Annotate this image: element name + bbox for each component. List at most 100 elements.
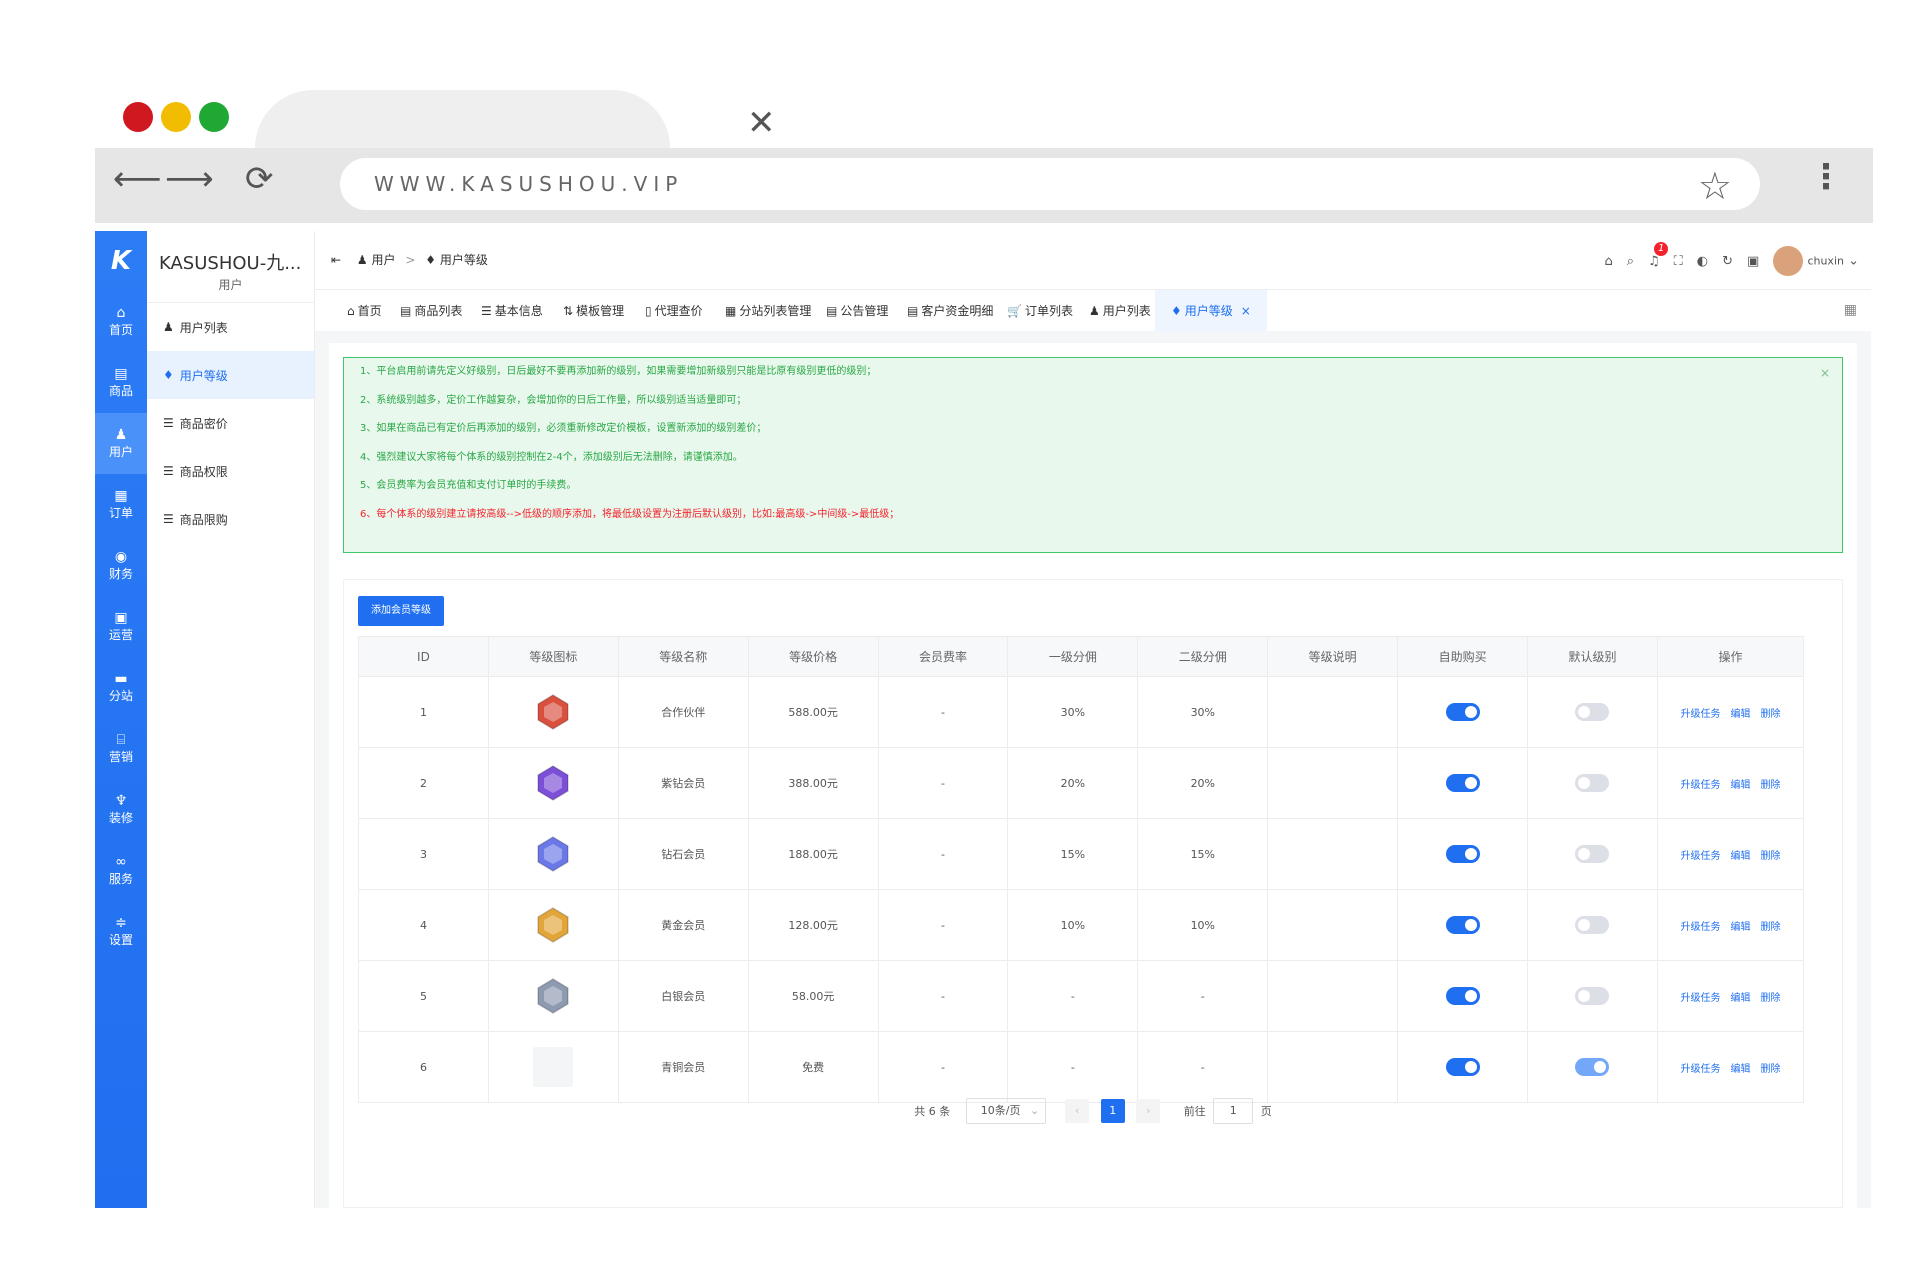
rail-item-label: 分站 [108, 689, 133, 703]
minimize-window-button[interactable] [161, 102, 191, 132]
upgrade-task-link[interactable]: 升级任务 [1680, 851, 1720, 862]
edit-link[interactable]: 编辑 [1730, 709, 1750, 720]
prev-page-button[interactable]: ‹ [1065, 1099, 1090, 1123]
rail-item-user[interactable]: ♟ 用户 [95, 413, 147, 474]
reload-icon[interactable]: ⟳ [245, 162, 274, 196]
refresh-icon[interactable]: ↻ [1722, 254, 1733, 269]
default-level-toggle[interactable] [1575, 774, 1610, 792]
page-size-select[interactable]: 10条/页 ⌄ [965, 1098, 1046, 1124]
fullscreen-icon[interactable]: ⛶ [1674, 254, 1683, 269]
tab-6[interactable]: ▦ 分站列表管理 [725, 290, 811, 332]
self-buy-toggle[interactable] [1445, 774, 1480, 792]
submenu-label: 商品权限 [179, 464, 228, 479]
lock-icon[interactable]: ▣ [1747, 254, 1759, 269]
next-page-button[interactable]: › [1136, 1099, 1161, 1123]
edit-link[interactable]: 编辑 [1730, 1064, 1750, 1075]
rail-item-station[interactable]: ▬ 分站 [95, 657, 147, 718]
rail-item-label: 设置 [108, 933, 133, 947]
add-level-button[interactable]: 添加会员等级 [358, 596, 444, 626]
rail-item-order[interactable]: ▦ 订单 [95, 474, 147, 535]
commission-2: 20% [1137, 747, 1269, 819]
theme-icon[interactable]: ◐ [1697, 254, 1708, 269]
upgrade-task-link[interactable]: 升级任务 [1680, 993, 1720, 1004]
submenu-item-2[interactable]: ♦ 用户等级 [147, 351, 314, 399]
upgrade-task-link[interactable]: 升级任务 [1680, 780, 1720, 791]
self-buy-toggle[interactable] [1445, 987, 1480, 1005]
tab-close-icon[interactable]: × [1241, 304, 1251, 318]
tab-7[interactable]: ▤ 公告管理 [826, 290, 888, 332]
bookmark-star-icon[interactable]: ☆ [1698, 164, 1732, 208]
back-arrow-icon[interactable]: ⟵ [113, 162, 162, 196]
tab-2[interactable]: ▤ 商品列表 [400, 290, 462, 332]
upgrade-task-link[interactable]: 升级任务 [1680, 1064, 1720, 1075]
delete-link[interactable]: 删除 [1760, 1064, 1780, 1075]
submenu-label: 用户等级 [179, 368, 228, 383]
tab-3[interactable]: ☰ 基本信息 [481, 290, 543, 332]
default-level-toggle[interactable] [1575, 916, 1610, 934]
grid-icon[interactable]: ▦ [1844, 302, 1857, 318]
self-buy-toggle[interactable] [1445, 703, 1480, 721]
submenu-item-4[interactable]: ☰ 商品权限 [147, 447, 314, 495]
address-bar[interactable]: WWW.KASUSHOU.VIP ☆ [340, 158, 1760, 210]
browser-tab[interactable]: ✕ [255, 90, 776, 148]
rail-item-brush[interactable]: ♆ 装修 [95, 779, 147, 840]
rail-item-finance[interactable]: ◉ 财务 [95, 535, 147, 596]
bell-icon[interactable]: ♫ 1 [1648, 241, 1669, 269]
maximize-window-button[interactable] [199, 102, 229, 132]
upgrade-task-link[interactable]: 升级任务 [1680, 709, 1720, 720]
tab-10[interactable]: ♟ 用户列表 [1089, 290, 1151, 332]
tab-8[interactable]: ▤ 客户资金明细 [907, 290, 993, 332]
tab-9[interactable]: 🛒 订单列表 [1007, 290, 1073, 332]
forward-arrow-icon[interactable]: ⟶ [165, 162, 214, 196]
self-buy-toggle[interactable] [1445, 845, 1480, 863]
kebab-menu-icon[interactable]: ⋮ [1809, 160, 1843, 194]
username[interactable]: chuxin [1807, 255, 1844, 268]
default-level-toggle[interactable] [1575, 703, 1610, 721]
tab-4[interactable]: ⇅ 模板管理 [563, 290, 624, 332]
breadcrumb-level1[interactable]: 用户 [371, 253, 395, 267]
page-size-value: 10条/页 [980, 1104, 1021, 1117]
collapse-icon[interactable]: ⇤ [331, 253, 341, 267]
delete-link[interactable]: 删除 [1760, 709, 1780, 720]
default-level-toggle[interactable] [1575, 845, 1610, 863]
default-level-toggle[interactable] [1575, 987, 1610, 1005]
edit-link[interactable]: 编辑 [1730, 851, 1750, 862]
delete-link[interactable]: 删除 [1760, 851, 1780, 862]
home-icon[interactable]: ⌂ [1604, 254, 1612, 269]
delete-link[interactable]: 删除 [1760, 993, 1780, 1004]
tab-close-icon[interactable]: ✕ [747, 106, 776, 140]
submenu-icon: ☰ [163, 512, 174, 526]
rail-item-gift[interactable]: ⌸ 营销 [95, 718, 147, 779]
tab-11[interactable]: ♦ 用户等级 × [1155, 290, 1267, 332]
default-level-toggle[interactable] [1575, 1058, 1610, 1076]
rail-item-goods[interactable]: ▤ 商品 [95, 352, 147, 413]
self-buy-toggle[interactable] [1445, 916, 1480, 934]
search-icon[interactable]: ⌕ [1627, 254, 1634, 269]
delete-link[interactable]: 删除 [1760, 922, 1780, 933]
tab-1[interactable]: ⌂ 首页 [347, 290, 382, 332]
rail-item-service[interactable]: ∞ 服务 [95, 840, 147, 901]
level-icon-cell [487, 747, 619, 819]
alert-close-icon[interactable]: × [1820, 366, 1830, 380]
upgrade-task-link[interactable]: 升级任务 [1680, 922, 1720, 933]
self-buy-toggle[interactable] [1445, 1058, 1480, 1076]
delete-link[interactable]: 删除 [1760, 780, 1780, 791]
edit-link[interactable]: 编辑 [1730, 993, 1750, 1004]
submenu-item-1[interactable]: ♟ 用户列表 [147, 303, 314, 351]
close-window-button[interactable] [123, 102, 153, 132]
rail-item-home[interactable]: ⌂ 首页 [95, 291, 147, 352]
rail-item-operate[interactable]: ▣ 运营 [95, 596, 147, 657]
edit-link[interactable]: 编辑 [1730, 780, 1750, 791]
user-menu[interactable]: chuxin ⌄ [1773, 246, 1859, 276]
breadcrumb: ⇤ ♟ 用户 > ♦ 用户等级 [331, 251, 488, 268]
gift-icon: ⌸ [116, 732, 126, 748]
tab-5[interactable]: ▯ 代理查价 [645, 290, 703, 332]
page-1-button[interactable]: 1 [1100, 1099, 1125, 1123]
rail-item-settings[interactable]: ≑ 设置 [95, 901, 147, 962]
avatar[interactable] [1773, 246, 1804, 276]
goto-page-input[interactable]: 1 [1213, 1098, 1254, 1124]
member-rate: - [877, 889, 1009, 961]
submenu-item-3[interactable]: ☰ 商品密价 [147, 399, 314, 447]
edit-link[interactable]: 编辑 [1730, 922, 1750, 933]
submenu-item-5[interactable]: ☰ 商品限购 [147, 495, 314, 543]
